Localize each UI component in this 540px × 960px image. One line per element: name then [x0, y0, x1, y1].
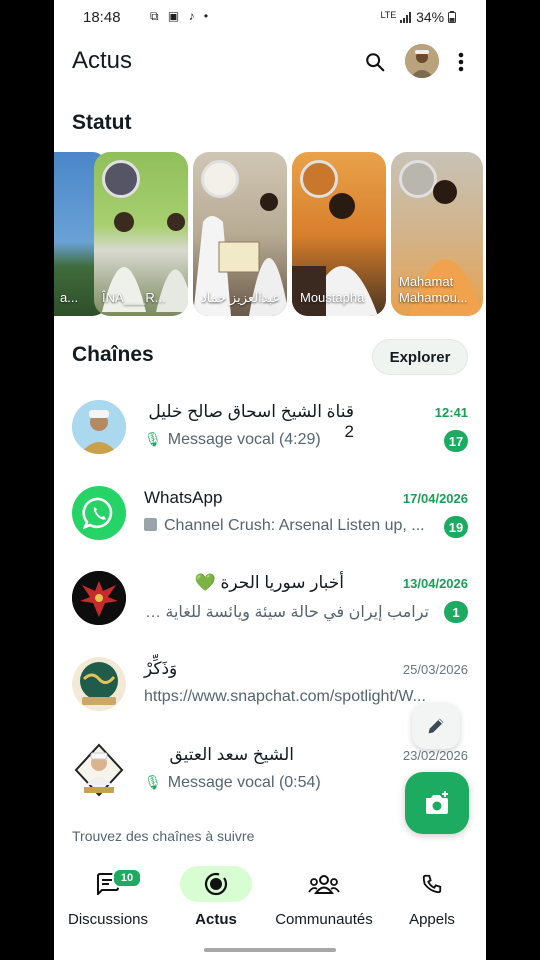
channel-avatar: [72, 486, 126, 540]
channel-date: 23/02/2026: [402, 748, 468, 763]
more-vertical-icon: [458, 52, 464, 72]
channel-avatar: [72, 657, 126, 711]
channel-row[interactable]: قناة الشيخ اسحاق صالح خليل 2 12:41 🎙 Mess…: [54, 400, 486, 486]
status-bar: 18:48 ⧉ ▣ ♪ • LTE 34%: [54, 0, 486, 34]
status-card[interactable]: عبدالعزيز حماد: [193, 152, 287, 316]
battery-percent: 34%: [416, 9, 445, 25]
explore-button[interactable]: Explorer: [372, 339, 468, 375]
channel-subtitle-text: Message vocal (4:29): [167, 431, 321, 448]
channel-date: 13/04/2026: [402, 576, 468, 591]
profile-photo: [405, 44, 439, 78]
home-indicator[interactable]: [204, 948, 336, 952]
unread-badge: 17: [444, 430, 468, 452]
phone-icon: [422, 874, 442, 894]
channel-subtitle-text: Message vocal (0:54): [167, 774, 321, 791]
status-avatar: [102, 160, 140, 198]
eagle-emblem-icon: [72, 571, 126, 625]
channel-avatar: [72, 400, 126, 454]
app-screen: 18:48 ⧉ ▣ ♪ • LTE 34% Actus Statut a... …: [54, 0, 486, 960]
channel-avatar: [72, 571, 126, 625]
battery-icon: [448, 11, 456, 23]
new-text-status-button[interactable]: [412, 703, 460, 749]
communities-icon: [308, 875, 340, 894]
nav-pill: [288, 866, 360, 902]
channel-subtitle-text: Channel Crush: Arsenal Listen up, ...: [164, 517, 425, 534]
pencil-icon: [428, 718, 444, 734]
status-card[interactable]: ÎNA___R...: [94, 152, 188, 316]
whatsapp-icon: [82, 497, 113, 530]
nav-label: Appels: [409, 911, 455, 928]
channel-subtitle: Channel Crush: Arsenal Listen up, ...: [144, 517, 434, 535]
channel-avatar: [72, 743, 126, 797]
search-button[interactable]: [361, 48, 389, 76]
status-card[interactable]: Mahamat Mahamou...: [391, 152, 483, 316]
channel-date: 25/03/2026: [402, 662, 468, 677]
nav-communautes[interactable]: Communautés: [270, 852, 378, 942]
channel-avatar-image: [72, 743, 126, 797]
camera-plus-icon: [426, 791, 448, 814]
clock: 18:48: [83, 9, 121, 26]
nav-actus[interactable]: Actus: [162, 852, 270, 942]
status-card-name: Mahamat Mahamou...: [399, 274, 468, 305]
mic-icon: 🎙: [144, 774, 162, 790]
unread-badge: 19: [444, 516, 468, 538]
status-card-name: Moustapha: [300, 290, 365, 305]
updates-icon: [204, 872, 228, 896]
nav-pill-active: [180, 866, 252, 902]
nav-discussions[interactable]: 10 Discussions: [54, 852, 162, 942]
channel-subtitle: ترامب إيران في حالة سيئة ويائسة للغاية و…: [144, 604, 429, 621]
calligraphy-logo-icon: [72, 657, 126, 711]
profile-avatar[interactable]: [405, 44, 439, 78]
channels-section-title: Chaînes: [72, 343, 154, 366]
channel-title: وَذَكِّرْ: [144, 659, 178, 678]
find-channels-label[interactable]: Trouvez des chaînes à suivre: [72, 828, 254, 844]
channel-date: 17/04/2026: [402, 491, 468, 506]
notification-icons: ⧉ ▣ ♪ •: [150, 9, 212, 23]
nav-label: Actus: [195, 911, 237, 928]
channel-title: WhatsApp: [144, 488, 223, 507]
camera-status-button[interactable]: [405, 772, 469, 834]
nav-pill: [396, 866, 468, 902]
channel-subtitle: 🎙 Message vocal (4:29): [144, 431, 444, 449]
status-card[interactable]: Moustapha: [292, 152, 386, 316]
bottom-nav: 10 Discussions Actus Communautés Appels: [54, 852, 486, 960]
page-title: Actus: [72, 47, 133, 74]
channel-row[interactable]: WhatsApp 17/04/2026 Channel Crush: Arsen…: [54, 486, 486, 572]
channel-avatar-image: [72, 400, 126, 454]
channel-subtitle: https://www.snapchat.com/spotlight/W...: [144, 688, 426, 705]
status-section-title: Statut: [72, 111, 132, 134]
status-card-name: عبدالعزيز حماد: [201, 290, 281, 305]
nav-label: Communautés: [275, 911, 373, 928]
channel-row[interactable]: أخبار سوريا الحرة 💚 13/04/2026 ترامب إير…: [54, 571, 486, 657]
channel-title: الشيخ سعد العتيق: [169, 745, 294, 764]
nav-badge: 10: [112, 868, 142, 888]
channel-subtitle: 🎙 Message vocal (0:54): [144, 774, 444, 792]
network-label: LTE: [380, 10, 397, 20]
signal-icon: [400, 12, 412, 23]
channel-title: أخبار سوريا الحرة 💚: [194, 573, 344, 592]
nav-appels[interactable]: Appels: [378, 852, 486, 942]
status-card-name: ÎNA___R...: [102, 290, 166, 305]
search-icon: [366, 53, 385, 72]
more-options-button[interactable]: [450, 48, 472, 76]
status-right: LTE 34%: [380, 9, 456, 25]
unread-badge: 1: [444, 601, 468, 623]
channel-date: 12:41: [434, 405, 468, 420]
mic-icon: 🎙: [144, 431, 162, 447]
nav-label: Discussions: [67, 911, 149, 928]
image-icon: [144, 518, 157, 531]
